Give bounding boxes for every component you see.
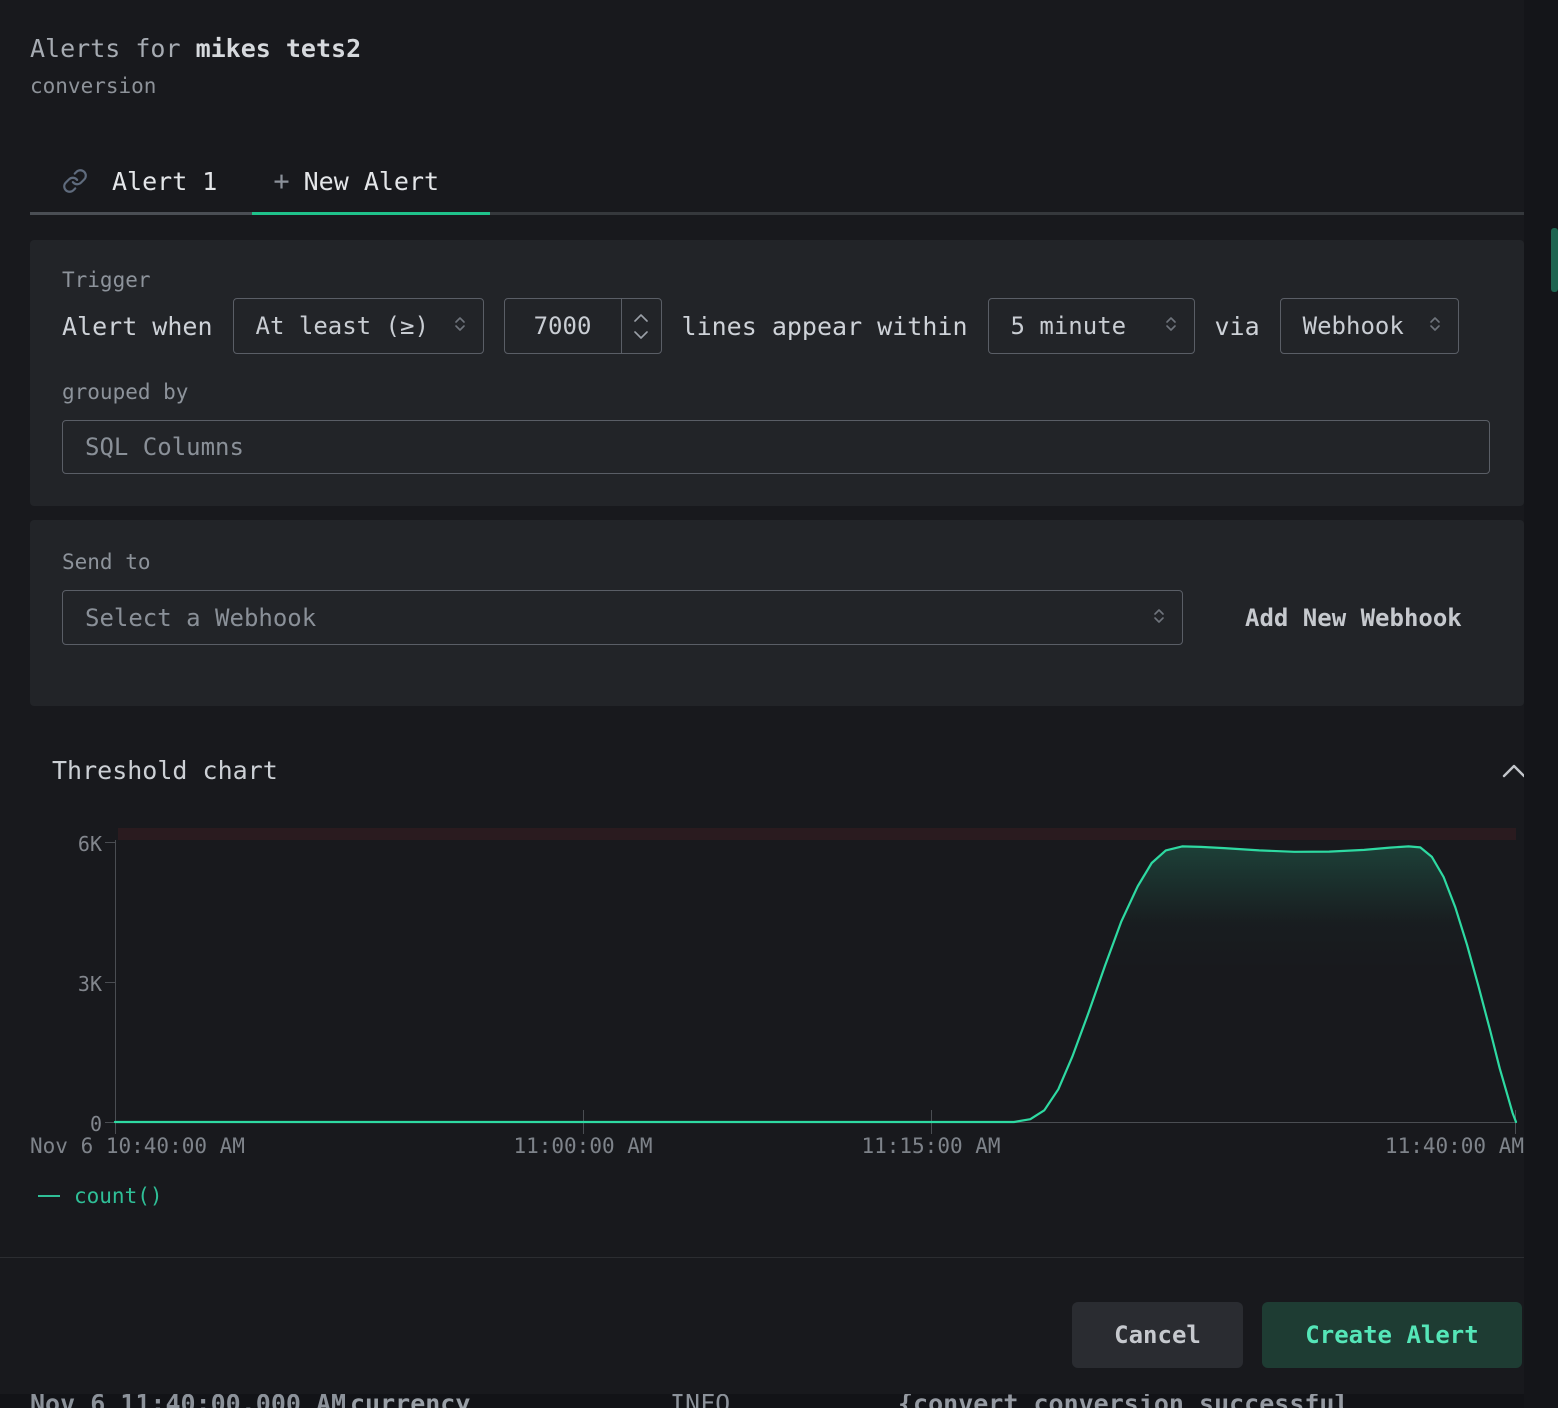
x-axis-line: [115, 1122, 1516, 1123]
background-log-row: Nov 6 11:40:00.000 AM currency INFO {con…: [0, 1394, 1558, 1408]
trigger-condition-row: Alert when At least (≥) 7000 line: [62, 298, 1459, 354]
x-tick: [583, 1110, 584, 1134]
webhook-select-placeholder: Select a Webhook: [85, 604, 316, 632]
x-tick-label: 11:15:00 AM: [861, 1134, 1000, 1158]
y-axis-line: [115, 840, 116, 1134]
via-label: via: [1215, 312, 1260, 341]
channel-value: Webhook: [1303, 312, 1404, 340]
send-to-label: Send to: [62, 550, 151, 574]
y-tick: [105, 982, 115, 983]
x-tick: [1515, 1110, 1516, 1134]
tab-alert-1-label: Alert 1: [112, 167, 217, 196]
select-chevrons-icon: [1164, 312, 1178, 340]
trigger-panel: Trigger Alert when At least (≥) 7000: [30, 240, 1524, 506]
x-tick-label: 11:40:00 AM: [1385, 1134, 1524, 1158]
y-tick: [105, 842, 115, 843]
lines-appear-label: lines appear within: [682, 312, 968, 341]
tab-alert-1-underline: [30, 212, 252, 215]
page-title-source-name: mikes tets2: [196, 34, 362, 63]
x-tick: [931, 1110, 932, 1134]
log-message: {convert conversion successful: [898, 1394, 1350, 1408]
y-tick-label: 3K: [42, 972, 102, 996]
operator-select[interactable]: At least (≥): [233, 298, 484, 354]
tab-new-alert-active-underline: [252, 212, 490, 215]
channel-select[interactable]: Webhook: [1280, 298, 1459, 354]
tab-alert-1[interactable]: Alert 1: [30, 150, 247, 212]
right-gutter: [1524, 0, 1558, 1408]
legend-line-swatch: [38, 1195, 60, 1197]
series-line-count: [115, 846, 1516, 1122]
log-level: INFO: [670, 1394, 730, 1408]
cancel-button[interactable]: Cancel: [1072, 1302, 1243, 1368]
threshold-band: [118, 828, 1516, 840]
y-tick-label: 6K: [42, 832, 102, 856]
time-window-value: 5 minute: [1011, 312, 1127, 340]
page-subtitle: conversion: [30, 74, 156, 98]
group-by-input[interactable]: SQL Columns: [62, 420, 1490, 474]
select-chevrons-icon: [1152, 604, 1166, 632]
select-chevrons-icon: [1428, 312, 1442, 340]
log-timestamp: Nov 6 11:40:00.000 AM: [30, 1394, 346, 1408]
legend-label: count(): [74, 1184, 163, 1208]
tab-new-alert[interactable]: + New Alert: [247, 150, 471, 212]
threshold-value: 7000: [505, 312, 621, 340]
trigger-section-label: Trigger: [62, 268, 151, 292]
link-icon: [62, 168, 88, 194]
page-title-prefix: Alerts for: [30, 34, 196, 63]
time-window-select[interactable]: 5 minute: [988, 298, 1195, 354]
create-alert-button[interactable]: Create Alert: [1262, 1302, 1522, 1368]
spinner-up-icon[interactable]: [633, 313, 649, 323]
plus-icon: +: [273, 166, 289, 197]
x-tick-label: 11:00:00 AM: [513, 1134, 652, 1158]
send-to-panel: Send to Select a Webhook Add New Webhook: [30, 520, 1524, 706]
tab-new-alert-label: New Alert: [304, 167, 439, 196]
y-tick: [105, 1122, 115, 1123]
chart-legend: count(): [38, 1184, 163, 1208]
alert-settings-modal: Alerts for mikes tets2 conversion Alert …: [0, 0, 1558, 1408]
alert-when-label: Alert when: [62, 312, 213, 341]
add-new-webhook-button[interactable]: Add New Webhook: [1245, 590, 1462, 645]
x-tick-label: Nov 6 10:40:00 AM: [30, 1134, 245, 1158]
select-chevrons-icon: [453, 312, 467, 340]
scrollbar-thumb[interactable]: [1551, 228, 1558, 292]
spinner-down-icon[interactable]: [633, 330, 649, 340]
series-area: [115, 846, 1516, 1122]
footer-divider: [0, 1257, 1558, 1258]
page-title: Alerts for mikes tets2: [30, 34, 361, 63]
webhook-select[interactable]: Select a Webhook: [62, 590, 1183, 645]
threshold-number-input[interactable]: 7000: [504, 298, 662, 354]
threshold-chart-title: Threshold chart: [52, 756, 278, 785]
grouped-by-label: grouped by: [62, 380, 188, 404]
group-by-placeholder: SQL Columns: [85, 433, 244, 461]
alert-tabs: Alert 1 + New Alert: [30, 150, 471, 212]
operator-value: At least (≥): [256, 312, 429, 340]
log-service: currency: [350, 1394, 470, 1408]
y-tick-label: 0: [42, 1112, 102, 1136]
number-spinner: [621, 299, 661, 353]
